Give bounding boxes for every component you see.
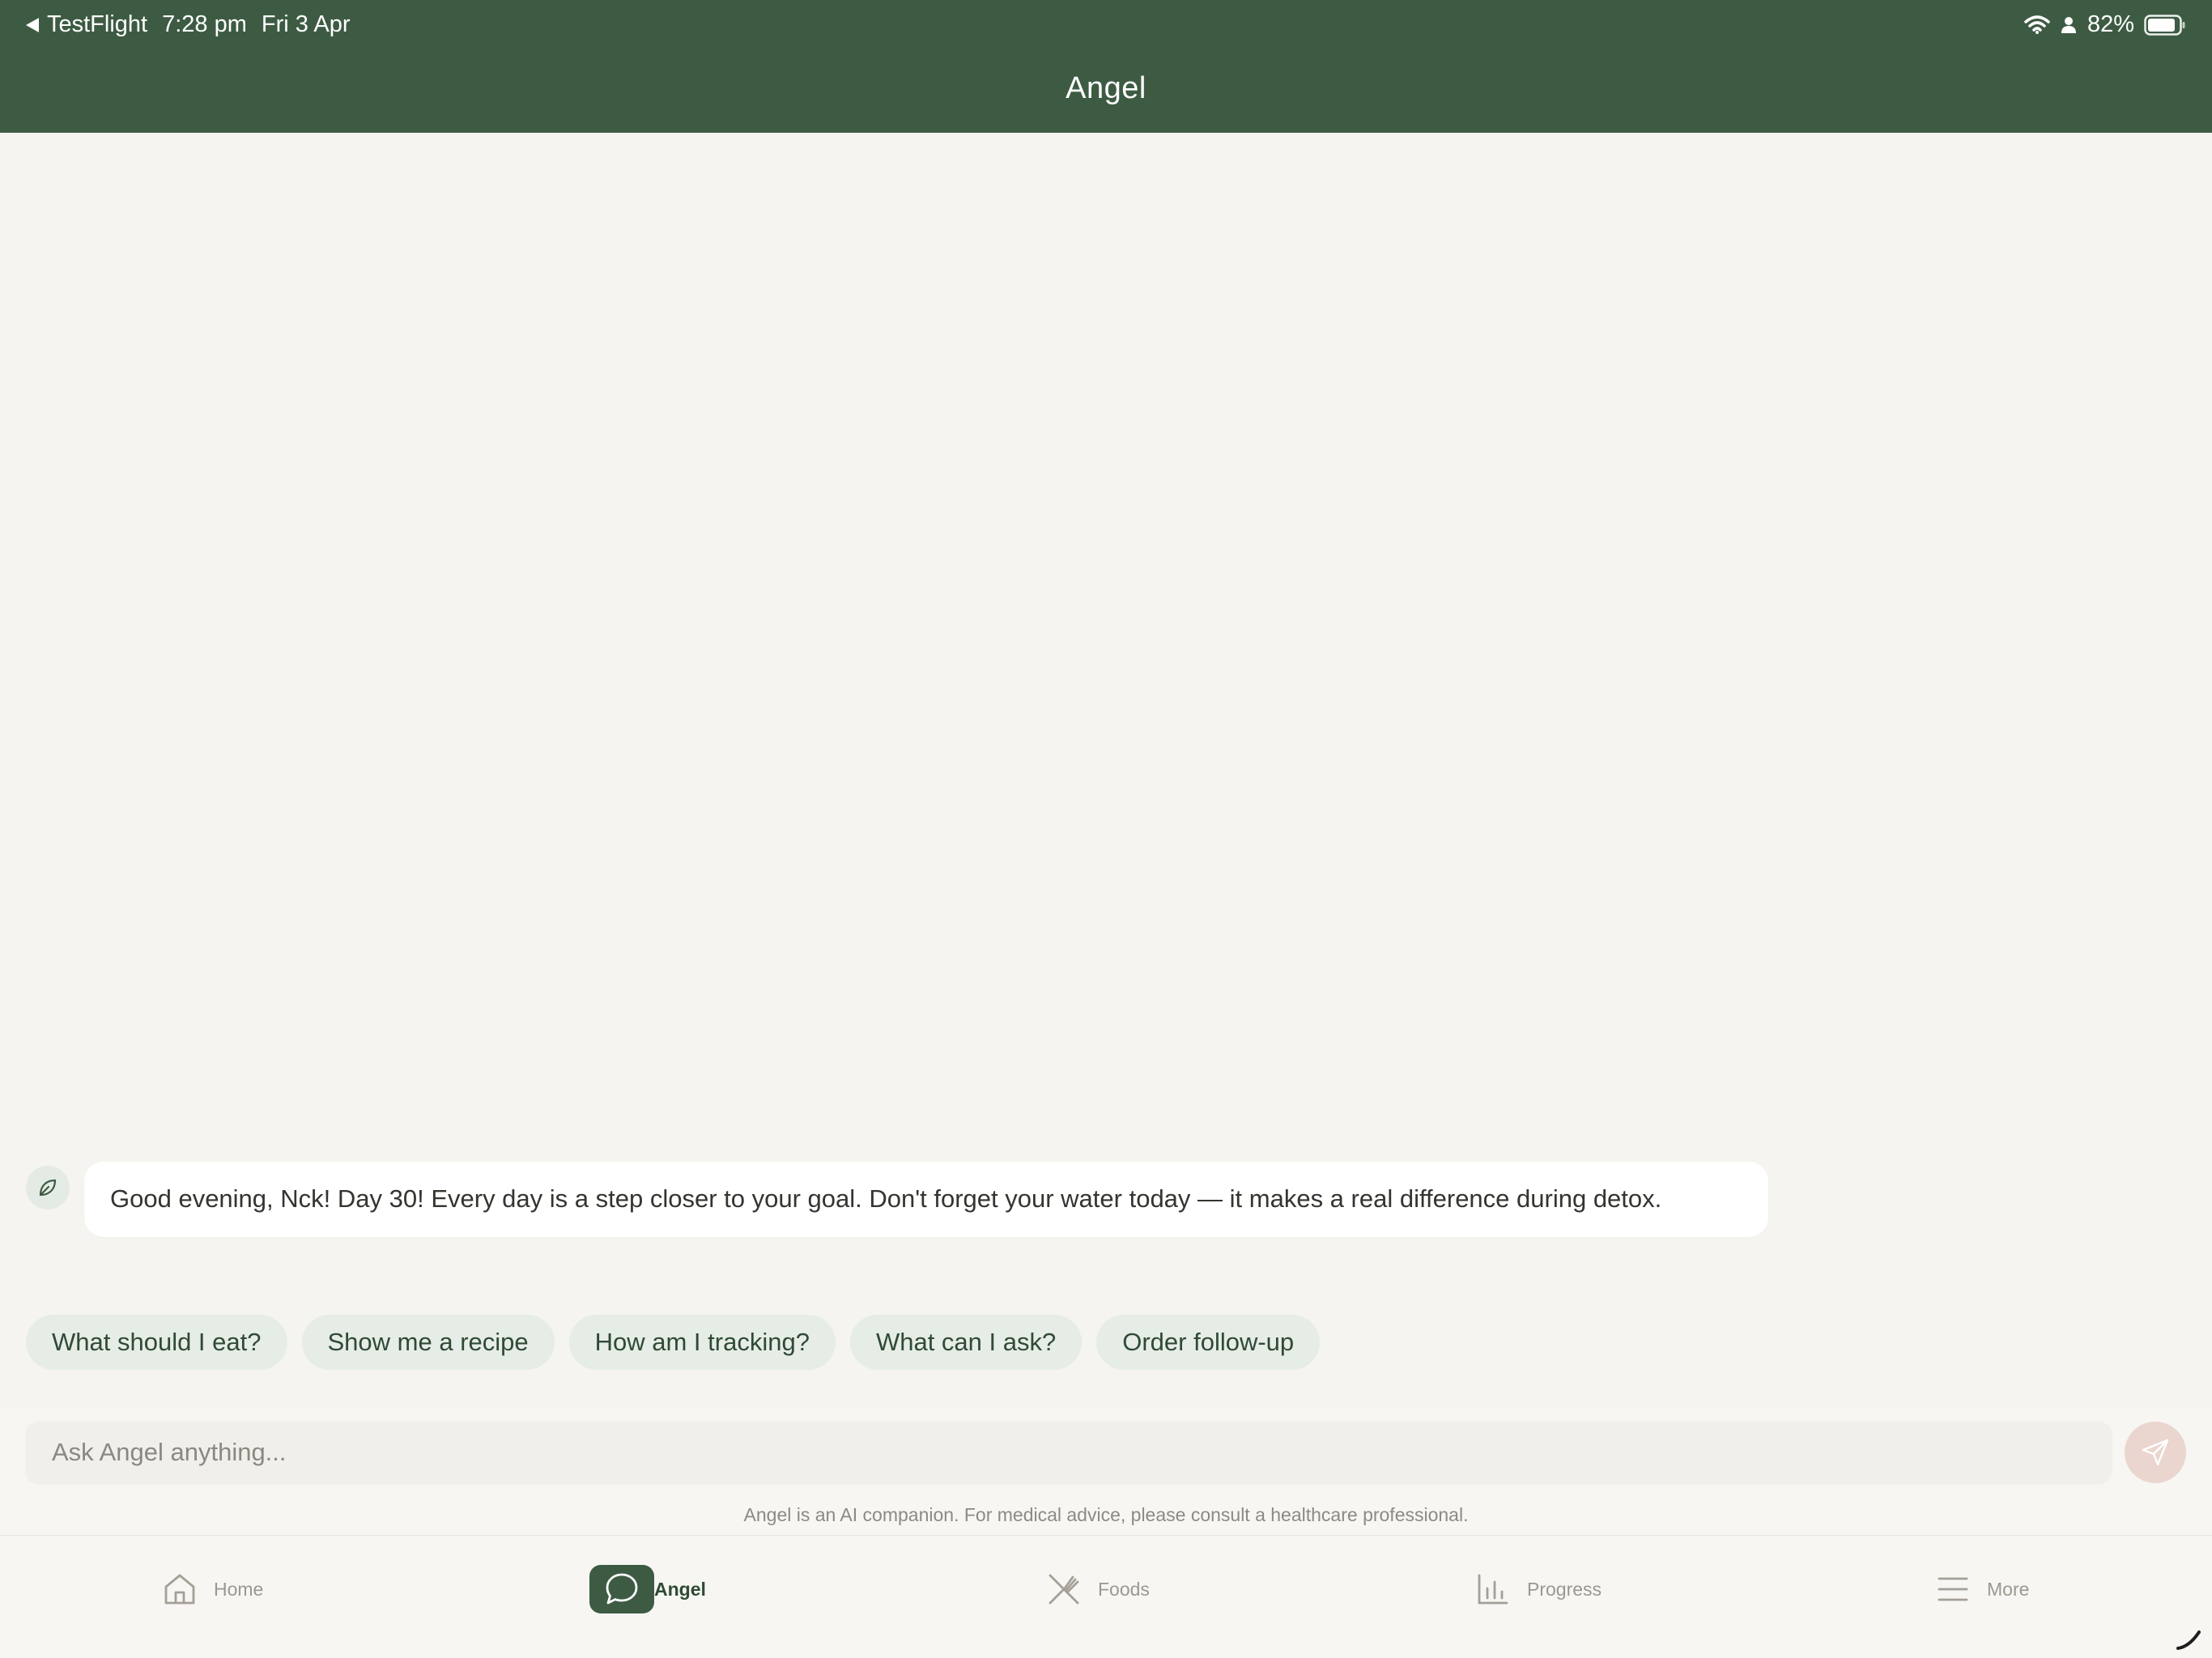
tab-angel[interactable]: Angel xyxy=(589,1565,706,1613)
message-input[interactable] xyxy=(26,1422,2112,1483)
ai-disclaimer: Angel is an AI companion. For medical ad… xyxy=(743,1504,1469,1525)
tab-bar: Home Angel Foods Progress More xyxy=(0,1535,2212,1658)
battery-percent: 82% xyxy=(2087,11,2134,37)
page-title: Angel xyxy=(1066,71,1146,105)
home-icon xyxy=(159,1568,201,1610)
send-button[interactable] xyxy=(2125,1422,2186,1483)
back-arrow-icon xyxy=(26,17,39,32)
send-icon xyxy=(2142,1439,2169,1466)
tab-home-label: Home xyxy=(214,1578,264,1600)
tab-home[interactable]: Home xyxy=(159,1565,263,1613)
menu-icon xyxy=(1932,1568,1974,1610)
chat-bubble-icon xyxy=(589,1565,654,1613)
header: TestFlight 7:28 pm Fri 3 Apr 82% Angel xyxy=(0,0,2212,133)
utensils-icon xyxy=(1043,1568,1085,1610)
back-app-label: TestFlight xyxy=(47,11,148,37)
chip-order-follow-up[interactable]: Order follow-up xyxy=(1096,1315,1321,1370)
tab-foods[interactable]: Foods xyxy=(1043,1565,1150,1613)
tab-foods-label: Foods xyxy=(1098,1578,1150,1600)
status-time: 7:28 pm xyxy=(162,11,247,37)
chip-what-should-i-eat[interactable]: What should I eat? xyxy=(26,1315,287,1370)
chip-how-tracking[interactable]: How am I tracking? xyxy=(568,1315,836,1370)
tab-progress[interactable]: Progress xyxy=(1472,1565,1602,1613)
chip-show-recipe[interactable]: Show me a recipe xyxy=(301,1315,555,1370)
angel-avatar xyxy=(26,1166,70,1209)
tab-more-label: More xyxy=(1987,1578,2030,1600)
status-bar: TestFlight 7:28 pm Fri 3 Apr 82% xyxy=(0,0,2212,52)
app: TestFlight 7:28 pm Fri 3 Apr 82% Angel G… xyxy=(0,0,2212,1658)
battery-icon xyxy=(2144,14,2185,36)
assistant-message-text: Good evening, Nck! Day 30! Every day is … xyxy=(110,1184,1662,1213)
back-to-app-button[interactable]: TestFlight xyxy=(24,11,147,38)
bar-chart-icon xyxy=(1472,1568,1514,1610)
composer: Angel is an AI companion. For medical ad… xyxy=(0,1409,2212,1535)
pencil-cursor-icon xyxy=(2176,1630,2201,1650)
person-icon xyxy=(2061,16,2076,33)
assistant-message-bubble: Good evening, Nck! Day 30! Every day is … xyxy=(84,1162,1768,1237)
tab-more[interactable]: More xyxy=(1932,1565,2029,1613)
leaf-icon xyxy=(39,1179,57,1197)
suggestion-chips: What should I eat? Show me a recipe How … xyxy=(26,1315,1321,1370)
tab-angel-label: Angel xyxy=(654,1578,706,1600)
status-date: Fri 3 Apr xyxy=(261,11,351,37)
wifi-icon xyxy=(2024,15,2050,34)
tab-progress-label: Progress xyxy=(1527,1578,1602,1600)
chip-what-can-i-ask[interactable]: What can I ask? xyxy=(849,1315,1083,1370)
